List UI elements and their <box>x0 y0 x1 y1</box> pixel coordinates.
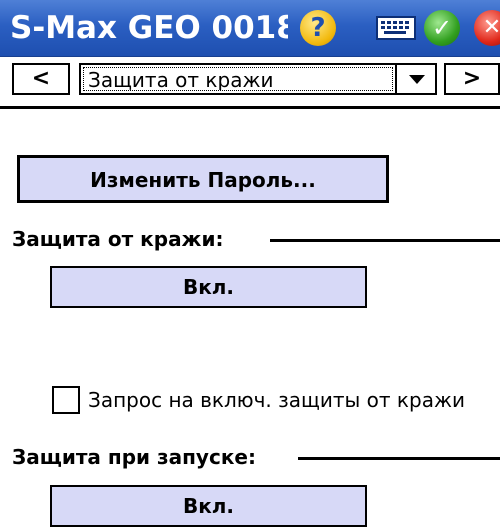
group-divider <box>298 457 500 460</box>
close-icon[interactable]: ✕ <box>474 10 500 46</box>
page-select[interactable]: Защита от кражи <box>79 63 437 95</box>
startup-protection-toggle-button[interactable]: Вкл. <box>50 485 367 527</box>
theft-protection-group: Защита от кражи: <box>12 226 500 252</box>
group-divider <box>270 239 500 242</box>
divider <box>0 106 500 109</box>
theft-request-label: Запрос на включ. защиты от кражи <box>88 388 465 412</box>
keyboard-icon[interactable] <box>376 16 416 40</box>
theft-protection-toggle-button[interactable]: Вкл. <box>50 266 367 308</box>
theft-request-checkbox[interactable] <box>52 386 80 414</box>
startup-protection-heading: Защита при запуске: <box>12 445 256 469</box>
page-select-value: Защита от кражи <box>83 67 393 91</box>
theft-protection-heading: Защита от кражи: <box>12 227 224 251</box>
ok-icon[interactable]: ✓ <box>424 10 460 46</box>
next-page-button[interactable]: > <box>444 63 500 95</box>
chevron-down-icon <box>409 75 425 84</box>
startup-protection-group: Защита при запуске: <box>12 444 500 470</box>
dropdown-button[interactable] <box>395 65 435 93</box>
keyboard-keys-graphic <box>381 21 409 34</box>
prev-page-button[interactable]: < <box>12 63 70 95</box>
window-title: S-Max GEO 0018 <box>10 10 288 46</box>
title-bar: S-Max GEO 0018 ? ✓ ✕ <box>0 0 500 57</box>
change-password-button[interactable]: Изменить Пароль... <box>17 155 389 203</box>
help-icon[interactable]: ? <box>300 10 336 46</box>
